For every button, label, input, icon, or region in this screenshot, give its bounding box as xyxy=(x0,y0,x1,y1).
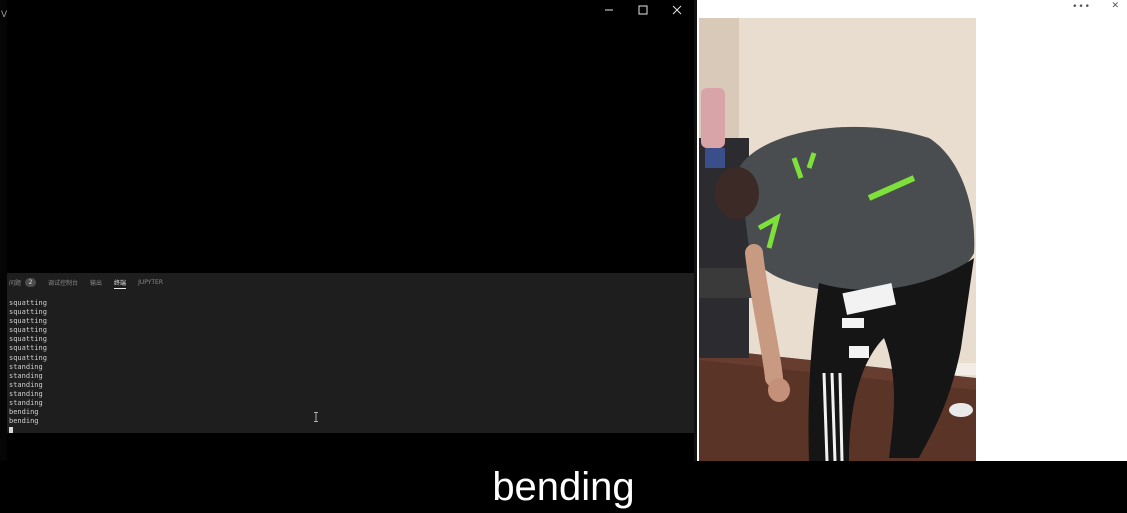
panel-footer xyxy=(7,433,694,461)
window-edge xyxy=(0,0,7,461)
window-title-glyph: V xyxy=(1,10,8,20)
video-frame-image xyxy=(699,18,976,461)
problems-count-badge: 2 xyxy=(25,277,37,287)
terminal-line: squatting xyxy=(9,344,47,353)
maximize-icon xyxy=(638,5,648,15)
tab-label: 调试控制台 xyxy=(48,279,79,287)
tab-label: 终端 xyxy=(114,279,127,287)
close-button[interactable] xyxy=(660,0,694,20)
window-controls xyxy=(592,0,694,20)
video-window-titlebar: ••• ✕ xyxy=(697,0,1127,18)
video-frame[interactable] xyxy=(699,18,976,461)
terminal-line: bending xyxy=(9,417,39,426)
terminal-line: squatting xyxy=(9,353,47,362)
tab-label: 问题 xyxy=(9,279,22,287)
terminal-line: standing xyxy=(9,399,43,408)
terminal-line: standing xyxy=(9,389,43,398)
tab-label: 输出 xyxy=(90,279,103,287)
text-cursor-icon xyxy=(314,412,318,422)
pose-caption: bending xyxy=(492,464,635,509)
minimize-button[interactable] xyxy=(592,0,626,20)
tab-jupyter[interactable]: JUPYTER xyxy=(138,273,163,291)
terminal-line: standing xyxy=(9,380,43,389)
panel-tab-bar: 问题 2 调试控制台 输出 终端 JUPYTER xyxy=(7,273,175,291)
terminal-line: squatting xyxy=(9,335,47,344)
terminal-line: squatting xyxy=(9,317,47,326)
maximize-button[interactable] xyxy=(626,0,660,20)
editor-area[interactable] xyxy=(7,20,694,273)
terminal-line: squatting xyxy=(9,326,47,335)
video-window: ••• ✕ xyxy=(697,0,1127,461)
terminal-line: standing xyxy=(9,371,43,380)
terminal-line: squatting xyxy=(9,299,47,307)
tab-terminal[interactable]: 终端 xyxy=(114,273,127,291)
tab-label: JUPYTER xyxy=(138,278,163,286)
minimize-icon xyxy=(605,9,613,11)
terminal-line: bending xyxy=(9,408,39,417)
tab-problems[interactable]: 问题 2 xyxy=(9,273,37,291)
terminal-output[interactable]: squatting squatting squatting squatting … xyxy=(9,299,47,434)
close-icon[interactable]: ✕ xyxy=(1111,1,1119,11)
close-icon xyxy=(672,5,682,15)
terminal-line: squatting xyxy=(9,308,47,317)
tab-output[interactable]: 输出 xyxy=(90,273,102,291)
tab-debug-console[interactable]: 调试控制台 xyxy=(48,273,78,291)
terminal-panel: 问题 2 调试控制台 输出 终端 JUPYTER squatting squat… xyxy=(7,273,694,434)
caption-bar: bending xyxy=(0,461,1127,513)
editor-window: V 问题 2 调试控制台 输出 终端 JUPYTER squatting squ… xyxy=(0,0,694,461)
terminal-line: standing xyxy=(9,362,43,371)
more-icon[interactable]: ••• xyxy=(1072,2,1091,12)
